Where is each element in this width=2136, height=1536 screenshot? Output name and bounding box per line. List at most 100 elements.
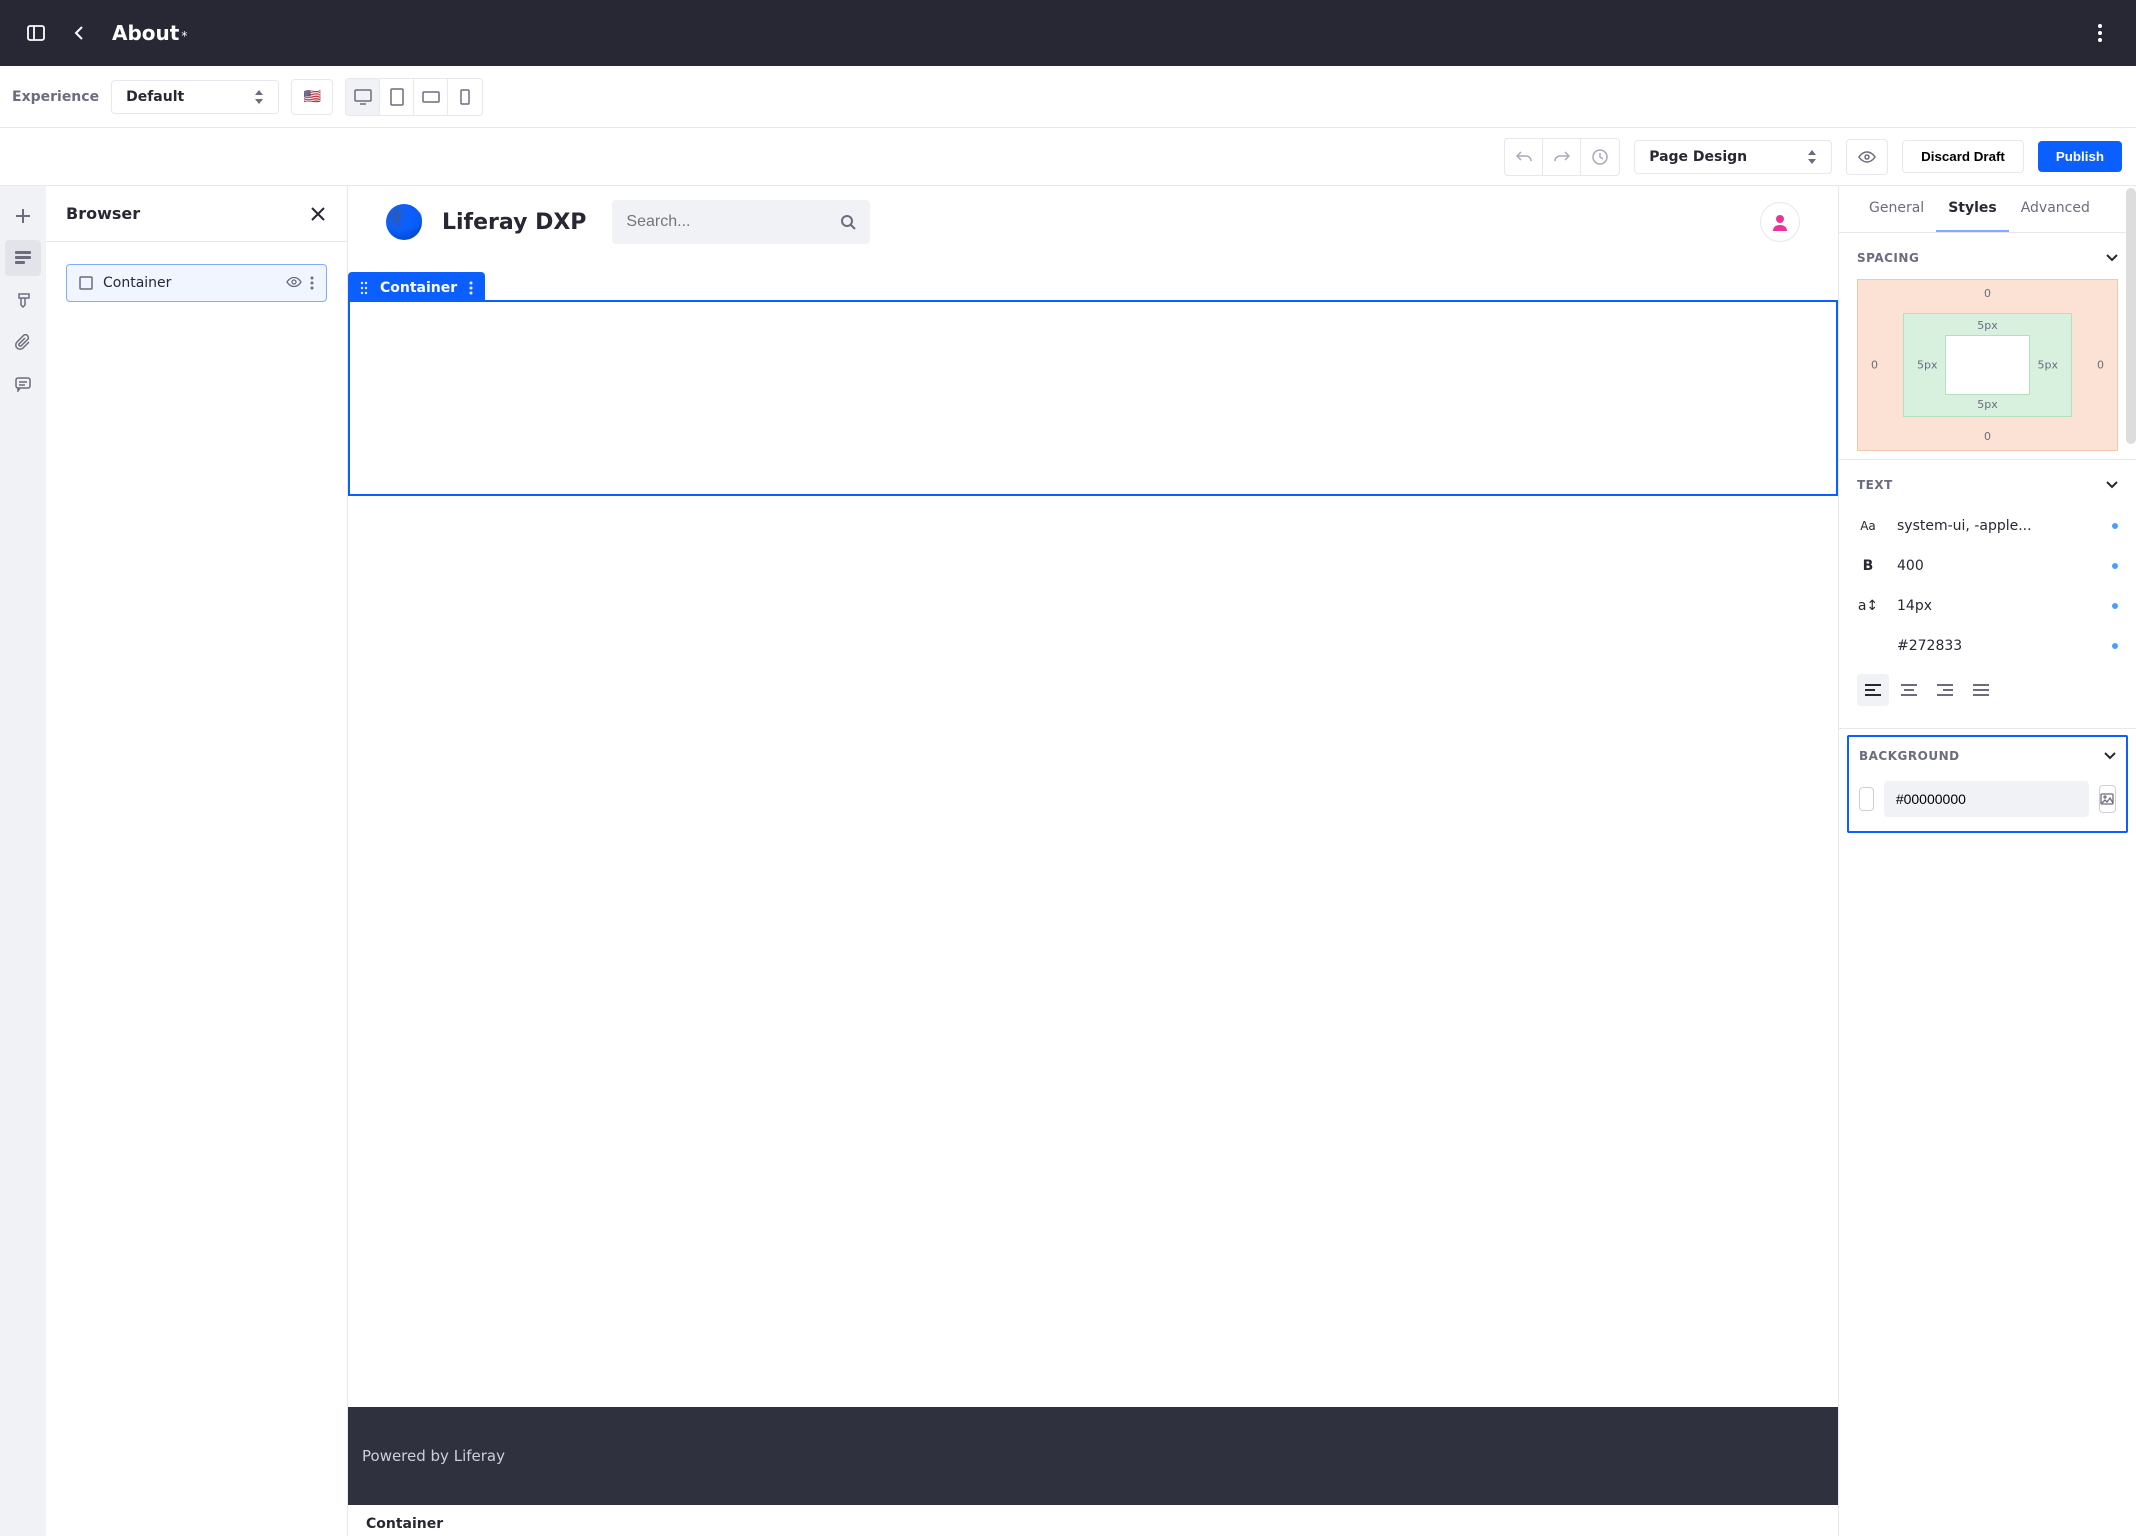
item-more-icon[interactable] (310, 276, 314, 290)
background-color-row (1859, 781, 2116, 817)
redo-button[interactable] (1543, 139, 1581, 175)
padding-bottom: 5px (1977, 398, 1998, 411)
tab-advanced[interactable]: Advanced (2009, 186, 2102, 232)
canvas-header: Liferay DXP (348, 186, 1838, 258)
preview-button[interactable] (1846, 139, 1888, 175)
drag-handle-icon[interactable] (360, 281, 368, 295)
font-family-value: system-ui, -apple... (1897, 518, 2094, 534)
language-button[interactable]: 🇺🇸 (291, 79, 333, 115)
control-bar: Experience Default 🇺🇸 (0, 66, 2136, 128)
tree-item-label: Container (103, 275, 276, 291)
topbar-left: About * (24, 21, 187, 45)
tab-styles[interactable]: Styles (1936, 186, 2009, 232)
font-icon: Aa (1857, 519, 1879, 533)
footer-text: Powered by Liferay (362, 1447, 505, 1465)
font-size-row[interactable]: a↕ 14px (1857, 586, 2118, 626)
container-more-icon[interactable] (469, 281, 473, 295)
liferay-logo-icon (386, 204, 422, 240)
chevron-down-icon[interactable] (2106, 254, 2118, 262)
background-section: BACKGROUND (1847, 735, 2128, 833)
chevron-down-icon[interactable] (2104, 752, 2116, 760)
padding-right: 5px (2038, 359, 2059, 372)
inherited-dot (2112, 563, 2118, 569)
close-icon[interactable] (309, 205, 327, 223)
margin-right: 0 (2097, 359, 2104, 372)
scrollbar-thumb[interactable] (2126, 188, 2136, 444)
bg-image-button[interactable] (2099, 785, 2116, 813)
browser-panel: Browser Container (46, 186, 348, 1536)
font-weight-row[interactable]: B 400 (1857, 546, 2118, 586)
search-icon (840, 214, 856, 230)
search-box[interactable] (612, 200, 870, 244)
inherited-dot (2112, 523, 2118, 529)
paint-icon[interactable] (5, 282, 41, 318)
comments-icon[interactable] (5, 366, 41, 402)
align-left-button[interactable] (1857, 674, 1889, 706)
tablet-device-button[interactable] (380, 79, 414, 115)
sidebar-toggle-icon[interactable] (24, 21, 48, 45)
font-weight-value: 400 (1897, 558, 2094, 574)
chevron-down-icon[interactable] (2106, 481, 2118, 489)
mobile-device-button[interactable] (448, 79, 482, 115)
browser-icon[interactable] (5, 240, 41, 276)
main-area: Browser Container Liferay DXP (0, 186, 2136, 1536)
avatar[interactable] (1760, 202, 1800, 242)
align-right-button[interactable] (1929, 674, 1961, 706)
text-color-row[interactable]: #272833 (1857, 626, 2118, 666)
container-tag-label: Container (380, 280, 457, 296)
padding-top: 5px (1977, 319, 1998, 332)
publish-button[interactable]: Publish (2038, 141, 2122, 172)
inherited-dot (2112, 643, 2118, 649)
visibility-icon[interactable] (286, 276, 302, 290)
font-family-row[interactable]: Aa system-ui, -apple... (1857, 506, 2118, 546)
add-icon[interactable] (5, 198, 41, 234)
text-section: TEXT Aa system-ui, -apple... B 400 a↕ 14… (1839, 460, 2136, 729)
spacing-title: SPACING (1857, 251, 1919, 265)
bold-icon: B (1857, 558, 1879, 574)
back-icon[interactable] (68, 21, 92, 45)
experience-value: Default (126, 89, 184, 105)
desktop-device-button[interactable] (346, 79, 380, 115)
align-center-button[interactable] (1893, 674, 1925, 706)
padding-left: 5px (1917, 359, 1938, 372)
container-element[interactable] (348, 300, 1838, 496)
page-title-wrap: About * (112, 21, 187, 45)
brand-name: Liferay DXP (442, 210, 586, 235)
left-rail (0, 186, 46, 1536)
tab-general[interactable]: General (1857, 186, 1936, 232)
landscape-device-button[interactable] (414, 79, 448, 115)
text-align-row (1857, 666, 2118, 720)
align-justify-button[interactable] (1965, 674, 1997, 706)
unsaved-indicator: * (181, 29, 187, 43)
experience-select[interactable]: Default (111, 80, 279, 114)
history-group (1504, 138, 1620, 176)
page-title: About (112, 21, 179, 45)
tree-item-container[interactable]: Container (66, 264, 327, 302)
inherited-dot (2112, 603, 2118, 609)
search-input[interactable] (626, 213, 840, 231)
rpanel-tabs: General Styles Advanced (1839, 186, 2136, 233)
more-menu-icon[interactable] (2088, 21, 2112, 45)
text-title: TEXT (1857, 478, 1893, 492)
box-model[interactable]: 0 0 0 0 5px 5px 5px 5px (1857, 279, 2118, 451)
browser-tree: Container (46, 242, 347, 324)
margin-bottom: 0 (1984, 430, 1991, 443)
bg-color-swatch[interactable] (1859, 787, 1874, 811)
page-design-label: Page Design (1649, 149, 1747, 165)
us-flag-icon: 🇺🇸 (303, 89, 320, 105)
user-icon (1771, 213, 1789, 231)
container-bottom-label: Container (366, 1516, 443, 1532)
text-color-value: #272833 (1897, 638, 2094, 654)
margin-top: 0 (1984, 287, 1991, 300)
history-button[interactable] (1581, 139, 1619, 175)
undo-button[interactable] (1505, 139, 1543, 175)
page-design-select[interactable]: Page Design (1634, 140, 1832, 174)
canvas: Liferay DXP Container Powered by Liferay (348, 186, 1838, 1536)
attachment-icon[interactable] (5, 324, 41, 360)
canvas-footer: Powered by Liferay (348, 1407, 1838, 1505)
action-bar: Page Design Discard Draft Publish (0, 128, 2136, 186)
experience-label: Experience (12, 89, 99, 105)
discard-draft-button[interactable]: Discard Draft (1902, 140, 2024, 173)
font-size-icon: a↕ (1857, 598, 1879, 614)
bg-color-input[interactable] (1884, 781, 2089, 817)
